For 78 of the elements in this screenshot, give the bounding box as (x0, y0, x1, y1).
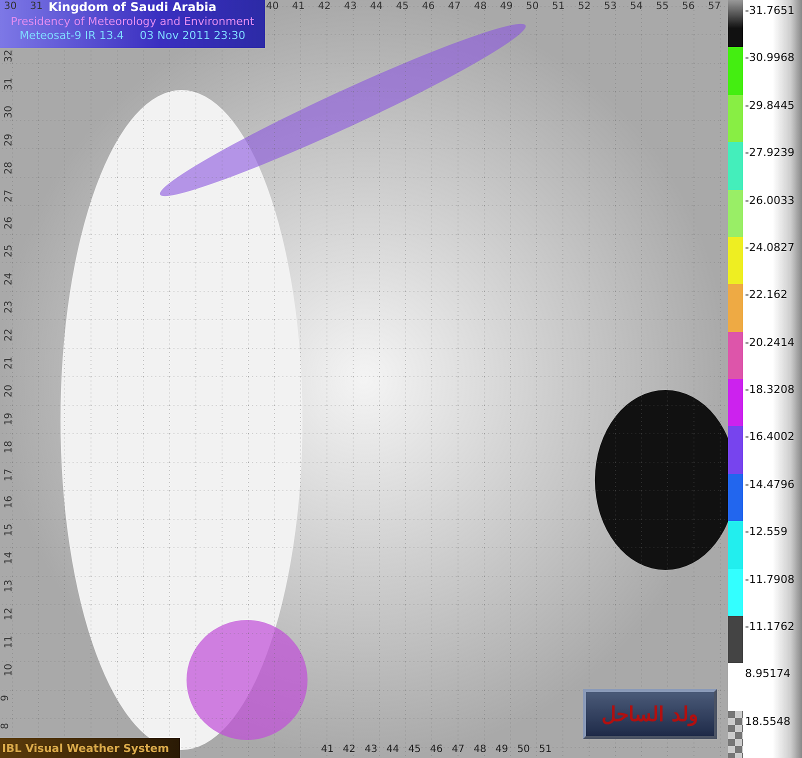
scale-value: -20.2414 (744, 334, 794, 351)
axis-tick-label: 55 (656, 1, 669, 13)
axis-tick-label: 25 (3, 244, 16, 258)
axis-tick-label: 45 (408, 744, 421, 756)
axis-tick-label: 48 (474, 1, 487, 13)
footer-text: IBL Visual Weather System (2, 742, 170, 754)
axis-tick-label: 28 (3, 161, 16, 174)
axis-tick-label: 47 (452, 744, 465, 756)
axis-tick-label: 51 (552, 1, 565, 13)
scale-value: -14.4796 (744, 476, 794, 493)
axis-tick-label: 50 (526, 1, 539, 13)
axis-tick-label: 27 (3, 189, 16, 202)
axis-tick-label: 20 (3, 384, 16, 398)
scale-value: -11.1762 (744, 618, 794, 635)
axis-tick-label: 45 (396, 1, 409, 13)
scale-value: -22.162 (744, 287, 788, 304)
axis-tick-label: 12 (3, 608, 16, 620)
scale-value: -24.0827 (744, 240, 794, 256)
subtitle: Presidency of Meteorology and Environment (10, 15, 254, 29)
axis-tick-label: 49 (500, 1, 513, 13)
axis-tick-label: 16 (3, 496, 16, 509)
axis-tick-label: 32 (3, 50, 16, 62)
axis-tick-label: 50 (517, 744, 530, 756)
axis-tick-label: 44 (386, 744, 400, 756)
axis-tick-label: 53 (604, 1, 617, 13)
scale-value: -16.4002 (744, 429, 794, 446)
axis-tick-label: 41 (292, 1, 305, 13)
axis-tick-label: 18 (3, 440, 16, 453)
axis-tick-label: 41 (321, 744, 334, 756)
axis-tick-label: 30 (3, 105, 16, 118)
axis-tick-label: 15 (3, 524, 16, 537)
axis-tick-label: 52 (578, 1, 591, 13)
axis-tick-label: 24 (3, 272, 16, 286)
scale-value: -29.8445 (744, 98, 794, 114)
axis-tick-label: 43 (364, 744, 378, 756)
title: Kingdom of Saudi Arabia (48, 0, 216, 15)
axis-tick-label: 19 (3, 412, 16, 426)
axis-tick-label: 21 (3, 356, 16, 370)
axis-tick-label: 44 (370, 1, 383, 13)
scale-value: -26.0033 (744, 192, 794, 208)
scale-value: -11.7908 (744, 572, 794, 588)
axis-tick-label: 26 (3, 217, 16, 230)
axis-tick-label: 11 (3, 636, 16, 648)
axis-tick-label: 22 (3, 328, 16, 342)
axis-tick-label: 23 (3, 300, 16, 314)
scale-value: -30.9968 (744, 50, 794, 66)
axis-tick-label: 29 (3, 133, 16, 146)
axis-tick-label: 31 (30, 1, 43, 13)
axis-tick-label: 46 (430, 744, 443, 756)
scale-value: -31.7651 (744, 3, 794, 19)
axis-tick-label: 42 (318, 1, 331, 13)
scale-value: -18.3208 (744, 382, 794, 398)
axis-tick-label: 14 (3, 552, 16, 565)
product-label: Meteosat-9 IR 13.4 (20, 29, 124, 43)
scale-value: -12.559 (744, 524, 788, 540)
axis-tick-label: 10 (3, 663, 16, 676)
scale-value: 18.5548 (744, 714, 790, 730)
axis-tick-label: 17 (3, 468, 16, 481)
scale-value: -27.9239 (744, 145, 794, 162)
axis-tick-label: 51 (539, 744, 552, 756)
axis-tick-label: 48 (474, 744, 486, 756)
axis-tick-label: 46 (422, 1, 435, 13)
axis-tick-label: 56 (682, 1, 695, 13)
axis-tick-label: 30 (4, 1, 17, 13)
axis-tick-label: 8 (0, 722, 12, 729)
axis-tick-label: 49 (495, 744, 508, 756)
axis-tick-label: 31 (3, 78, 16, 90)
axis-tick-label: 47 (448, 1, 461, 13)
timestamp: 03 Nov 2011 23:30 (140, 29, 246, 43)
axis-tick-label: 43 (344, 1, 357, 13)
axis-tick-label: 40 (266, 1, 279, 13)
scale-value: 8.95174 (744, 666, 790, 682)
axis-tick-label: 13 (3, 580, 16, 592)
logo-text: ولد الساحل (602, 702, 698, 726)
axis-tick-label: 57 (708, 1, 721, 13)
axis-tick-label: 42 (342, 744, 356, 756)
axis-tick-label: 9 (0, 694, 12, 701)
axis-tick-label: 54 (630, 1, 643, 13)
